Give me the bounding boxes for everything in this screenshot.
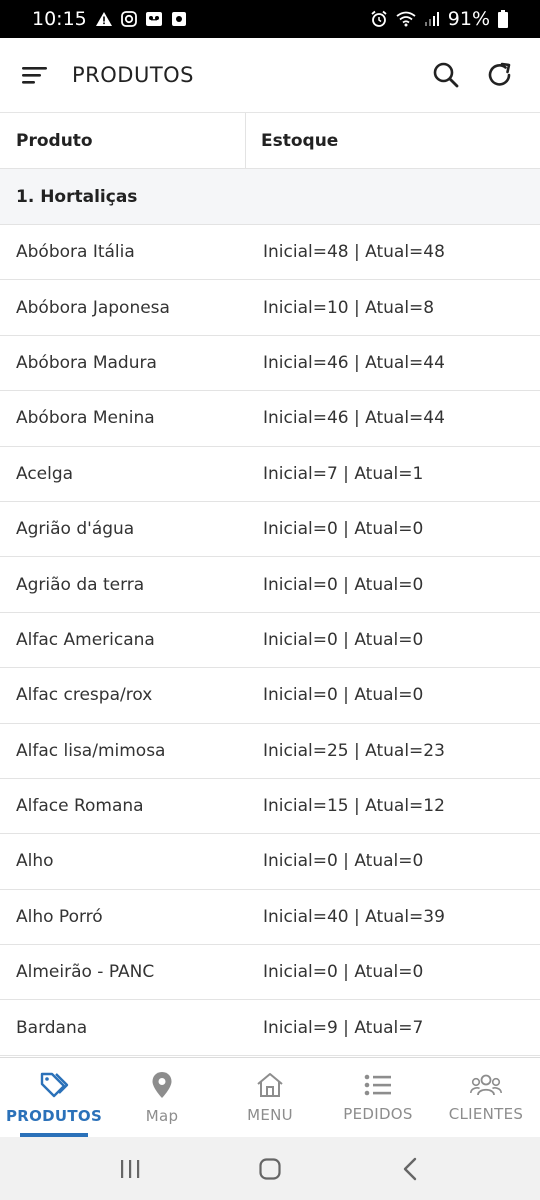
stock-value: Inicial=0 | Atual=0 (263, 629, 424, 650)
table-header: Produto Estoque (0, 113, 540, 169)
product-name: Abóbora Madura (16, 352, 157, 373)
stock-value: Inicial=46 | Atual=44 (263, 352, 445, 373)
table-row[interactable]: Acelga Inicial=7 | Atual=1 (0, 447, 540, 502)
status-time: 10:15 (32, 8, 87, 30)
table-row[interactable]: Alho Inicial=0 | Atual=0 (0, 834, 540, 890)
stock-value: Inicial=25 | Atual=23 (263, 740, 445, 761)
nav-label: Map (145, 1106, 179, 1125)
table-row[interactable]: Agrião d'água Inicial=0 | Atual=0 (0, 502, 540, 558)
stock-value: Inicial=9 | Atual=7 (263, 1017, 424, 1038)
nav-label: CLIENTES (448, 1104, 524, 1123)
map-pin-icon (151, 1071, 173, 1103)
nav-produtos[interactable]: PRODUTOS (0, 1058, 108, 1137)
stock-value: Inicial=0 | Atual=0 (263, 962, 424, 983)
product-name: Alho (16, 851, 54, 872)
product-name: Alfac crespa/rox (16, 685, 153, 706)
nav-map[interactable]: Map (108, 1058, 216, 1137)
stock-value: Inicial=0 | Atual=0 (263, 851, 424, 872)
battery-icon (498, 10, 508, 28)
alarm-icon (370, 10, 388, 28)
nav-label: PRODUTOS (5, 1106, 103, 1125)
product-name: Agrião d'água (16, 519, 135, 540)
list-icon (364, 1073, 392, 1101)
product-name: Agrião da terra (16, 574, 145, 595)
product-name: Bardana (16, 1017, 88, 1038)
home-icon (256, 1072, 284, 1102)
wifi-icon (396, 11, 416, 27)
product-name: Abóbora Japonesa (16, 297, 170, 318)
product-list: Abóbora Itália Inicial=48 | Atual=48 Abób… (0, 225, 540, 1056)
product-name: Almeirão - PANC (16, 962, 155, 983)
group-header: 1. Hortaliças (0, 169, 540, 225)
column-header-stock[interactable]: Estoque (246, 113, 540, 168)
table-row[interactable]: Abóbora Itália Inicial=48 | Atual=48 (0, 225, 540, 281)
table-row[interactable]: Bardana Inicial=9 | Atual=7 (0, 1000, 540, 1056)
stock-value: Inicial=46 | Atual=44 (263, 408, 445, 429)
table-row[interactable]: Abóbora Japonesa Inicial=10 | Atual=8 (0, 280, 540, 336)
nav-menu[interactable]: MENU (216, 1058, 324, 1137)
status-right: 91% (370, 8, 508, 30)
voicemail-icon (145, 11, 163, 27)
home-button[interactable] (240, 1149, 300, 1189)
stock-value: Inicial=7 | Atual=1 (263, 463, 424, 484)
stock-value: Inicial=10 | Atual=8 (263, 297, 435, 318)
stock-value: Inicial=48 | Atual=48 (263, 242, 445, 263)
warning-icon (95, 11, 113, 27)
page-title: PRODUTOS (72, 63, 195, 87)
back-button[interactable] (380, 1149, 440, 1189)
bottom-nav: PRODUTOS Map MENU PEDIDOS CLIENTES (0, 1057, 540, 1137)
product-name: Alfac Americana (16, 629, 155, 650)
table-row[interactable]: Abóbora Menina Inicial=46 | Atual=44 (0, 391, 540, 447)
table-row[interactable]: Agrião da terra Inicial=0 | Atual=0 (0, 557, 540, 613)
stock-value: Inicial=15 | Atual=12 (263, 796, 445, 817)
refresh-icon[interactable] (476, 51, 524, 99)
table-row[interactable]: Alfac Americana Inicial=0 | Atual=0 (0, 613, 540, 669)
stock-value: Inicial=0 | Atual=0 (263, 685, 424, 706)
stock-value: Inicial=0 | Atual=0 (263, 574, 424, 595)
search-icon[interactable] (422, 51, 470, 99)
nav-pedidos[interactable]: PEDIDOS (324, 1058, 432, 1137)
tags-icon (39, 1071, 69, 1103)
menu-icon[interactable] (20, 51, 50, 99)
nav-label: MENU (247, 1105, 293, 1124)
users-icon (470, 1073, 502, 1101)
table-row[interactable]: Abóbora Madura Inicial=46 | Atual=44 (0, 336, 540, 392)
product-name: Abóbora Itália (16, 242, 135, 263)
product-name: Acelga (16, 463, 74, 484)
system-nav-bar (0, 1137, 540, 1200)
table-row[interactable]: Alfac crespa/rox Inicial=0 | Atual=0 (0, 668, 540, 724)
product-name: Alho Porró (16, 906, 103, 927)
instagram-icon (120, 11, 137, 27)
signal-icon (424, 11, 440, 27)
product-name: Alface Romana (16, 796, 144, 817)
table-row[interactable]: Alface Romana Inicial=15 | Atual=12 (0, 779, 540, 835)
app-notification-icon (171, 11, 187, 27)
table-row[interactable]: Alfac lisa/mimosa Inicial=25 | Atual=23 (0, 724, 540, 779)
stock-value: Inicial=40 | Atual=39 (263, 906, 445, 927)
status-left: 10:15 (32, 8, 187, 30)
column-header-product[interactable]: Produto (0, 113, 246, 168)
nav-clientes[interactable]: CLIENTES (432, 1058, 540, 1137)
product-name: Alfac lisa/mimosa (16, 740, 166, 761)
status-bar: 10:15 91% (0, 0, 540, 38)
table-row[interactable]: Almeirão - PANC Inicial=0 | Atual=0 (0, 945, 540, 1001)
stock-value: Inicial=0 | Atual=0 (263, 519, 424, 540)
product-name: Abóbora Menina (16, 408, 155, 429)
app-bar: PRODUTOS (0, 38, 540, 113)
table-row[interactable]: Alho Porró Inicial=40 | Atual=39 (0, 890, 540, 946)
battery-percent: 91% (447, 8, 490, 30)
recent-apps-button[interactable] (100, 1149, 160, 1189)
nav-label: PEDIDOS (343, 1104, 413, 1123)
